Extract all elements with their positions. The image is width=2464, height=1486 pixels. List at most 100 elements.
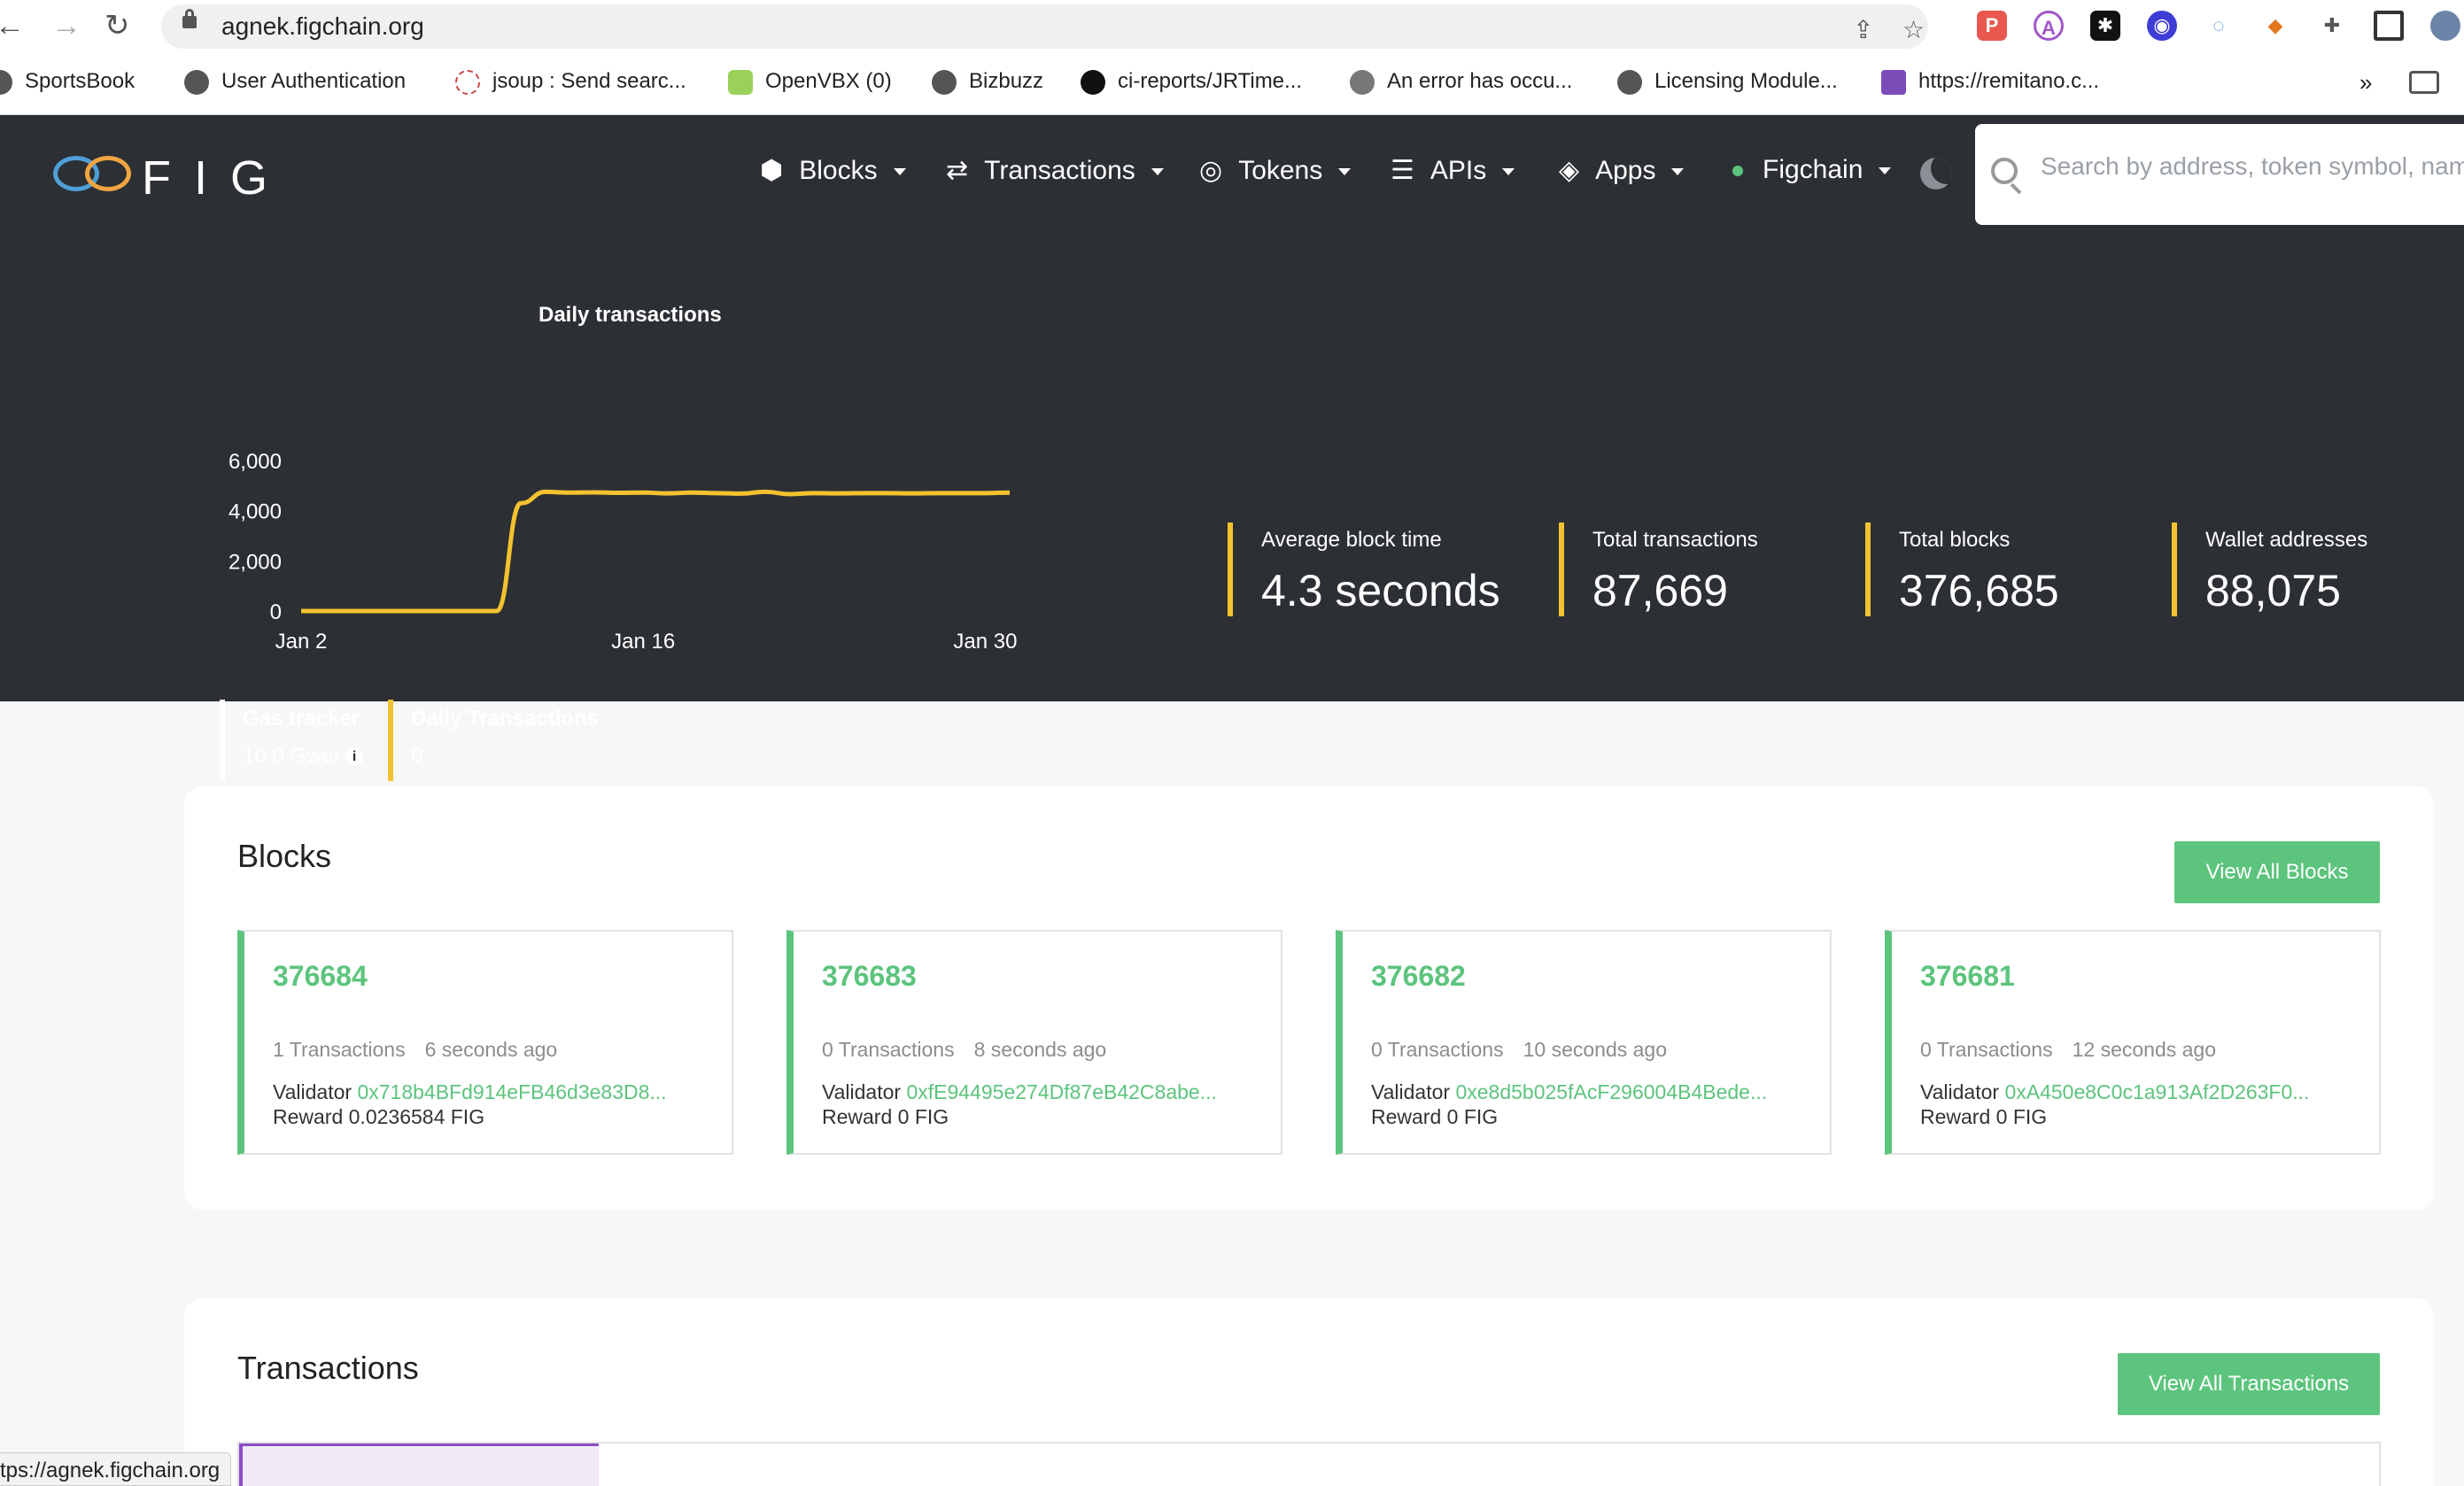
stat-label: Total blocks: [1899, 528, 2011, 552]
stat-label: Total transactions: [1592, 528, 1758, 552]
chevron-down-icon: [1151, 168, 1164, 176]
stat-label: Average block time: [1261, 528, 1442, 552]
block-age: 6 seconds ago: [424, 1038, 558, 1061]
x-tick-label: Jan 2: [275, 630, 328, 654]
validator-address[interactable]: 0xA450e8C0c1a913Af2D263F0...: [2004, 1080, 2309, 1103]
block-number[interactable]: 376681: [1920, 960, 2015, 993]
stat-average-block-time: Average block time 4.3 seconds: [1228, 522, 1500, 616]
globe-icon: [184, 69, 209, 95]
eclipse-icon: [1350, 69, 1375, 95]
slack-extension-icon[interactable]: ✱: [2090, 11, 2120, 41]
bookmark-item[interactable]: An error has occu...: [1350, 69, 1572, 95]
block-tx-count: 0 Transactions: [1920, 1038, 2053, 1061]
site-header: FIG ⬢ Blocks ⇄ Transactions ◎ Tokens ☰ APIs …: [0, 115, 2464, 781]
bookmarks-overflow-button[interactable]: »: [2359, 69, 2372, 97]
validator-label: Validator: [1371, 1080, 1451, 1103]
puzzle-icon: [455, 69, 480, 95]
remitano-icon: [1881, 69, 1906, 95]
block-age: 12 seconds ago: [2072, 1038, 2216, 1061]
block-reward: Reward 0 FIG: [1371, 1105, 1499, 1128]
share-icon[interactable]: ⇪: [1853, 15, 1873, 44]
back-icon[interactable]: ←: [0, 7, 25, 44]
y-tick-label: 0: [270, 600, 282, 624]
x-tick-label: Jan 30: [953, 630, 1017, 654]
stat-label: Wallet addresses: [2205, 528, 2368, 552]
block-number[interactable]: 376682: [1371, 960, 1466, 993]
nav-blocks[interactable]: ⬢ Blocks: [760, 155, 906, 186]
block-number[interactable]: 376684: [273, 960, 368, 993]
block-number[interactable]: 376683: [822, 960, 917, 993]
x-tick-label: Jan 16: [611, 630, 675, 654]
validator-address[interactable]: 0xe8d5b025fAcF296004B4Bede...: [1455, 1080, 1767, 1103]
address-bar[interactable]: agnek.figchain.org ⇪ ☆: [161, 4, 1928, 49]
nav-tokens[interactable]: ◎ Tokens: [1199, 155, 1352, 186]
blocks-title: Blocks: [237, 838, 332, 874]
folder-icon: [2409, 70, 2439, 94]
globe-icon: [1617, 69, 1642, 95]
block-reward: Reward 0 FIG: [1920, 1105, 2048, 1128]
block-card[interactable]: 376681 0 Transactions 12 seconds ago Vali…: [1885, 930, 2381, 1155]
reload-icon[interactable]: ↻: [105, 7, 130, 44]
daily-transactions-stat: Daily Transactions 0: [388, 700, 599, 781]
sidebar-icon[interactable]: [2374, 11, 2404, 41]
block-tx-count: 0 Transactions: [1371, 1038, 1504, 1061]
chart-title: Daily transactions: [539, 303, 722, 327]
gas-tracker-label: Gas tracker: [243, 707, 360, 731]
bookmark-item[interactable]: OpenVBX (0): [728, 69, 892, 95]
extensions-icon[interactable]: ✚: [2317, 11, 2347, 41]
logo-text: FIG: [142, 151, 291, 205]
validator-address[interactable]: 0x718b4BFd914eFB46d3e83D8...: [357, 1080, 666, 1103]
gas-tracker-value: 10.0 Gwei: [243, 744, 339, 768]
bookmark-item[interactable]: ci-reports/JRTime...: [1081, 69, 1302, 95]
transaction-row[interactable]: [237, 1442, 2381, 1486]
nav-transactions[interactable]: ⇄ Transactions: [946, 155, 1164, 186]
forward-icon[interactable]: →: [51, 7, 81, 44]
metamask-icon[interactable]: ◆: [2260, 11, 2290, 41]
bookmark-item[interactable]: SportsBook: [0, 69, 135, 95]
other-bookmarks-folder[interactable]: [2409, 69, 2452, 94]
bookmark-item[interactable]: Bizbuzz: [932, 69, 1043, 95]
block-card[interactable]: 376683 0 Transactions 8 seconds ago Valid…: [786, 930, 1282, 1155]
pocket-extension-icon[interactable]: P: [1977, 11, 2007, 41]
block-card[interactable]: 376682 0 Transactions 10 seconds ago Vali…: [1336, 930, 1832, 1155]
transactions-title: Transactions: [237, 1350, 419, 1386]
view-all-transactions-button[interactable]: View All Transactions: [2118, 1353, 2380, 1415]
globe-icon: [0, 69, 12, 95]
nav-apis[interactable]: ☰ APIs: [1391, 155, 1515, 186]
layers-icon: ◈: [1559, 156, 1580, 185]
view-all-blocks-button[interactable]: View All Blocks: [2174, 841, 2380, 903]
bookmark-item[interactable]: Licensing Module...: [1617, 69, 1838, 95]
bookmark-item[interactable]: https://remitano.c...: [1881, 69, 2099, 95]
validator-label: Validator: [822, 1080, 902, 1103]
discord-extension-icon[interactable]: ◉: [2147, 11, 2177, 41]
logo-ring-orange: [85, 156, 131, 191]
stat-value: 376,685: [1899, 566, 2059, 615]
star-icon[interactable]: ☆: [1902, 15, 1925, 44]
search-input[interactable]: [2041, 152, 2464, 181]
search-box[interactable]: [1975, 124, 2464, 225]
sliders-icon: ☰: [1391, 156, 1414, 185]
cube-icon: ⬢: [760, 156, 784, 185]
bookmark-item[interactable]: jsoup : Send searc...: [455, 69, 686, 95]
gas-tracker: Gas tracker 10.0 Gwei i: [220, 700, 364, 781]
extension-icon[interactable]: ◌: [2204, 11, 2234, 41]
block-card[interactable]: 376684 1 Transactions 6 seconds ago Valid…: [237, 930, 733, 1155]
info-icon[interactable]: i: [345, 747, 364, 766]
profile-avatar[interactable]: [2430, 11, 2460, 41]
chevron-down-icon: [1338, 168, 1352, 176]
validator-address[interactable]: 0xfE94495e274Df87eB42C8abe...: [906, 1080, 1216, 1103]
globe-icon: [932, 69, 957, 95]
url-text: agnek.figchain.org: [221, 12, 424, 40]
podcast-extension-icon[interactable]: A: [2034, 11, 2064, 41]
dark-mode-toggle-icon[interactable]: [1920, 158, 1952, 190]
validator-label: Validator: [1920, 1080, 2000, 1103]
network-selector[interactable]: Figchain: [1732, 155, 1892, 185]
transaction-type-cell: [239, 1443, 599, 1486]
block-reward: Reward 0 FIG: [822, 1105, 949, 1128]
bookmark-item[interactable]: User Authentication: [184, 69, 406, 95]
stat-total-blocks: Total blocks 376,685: [1865, 522, 2059, 616]
lock-icon[interactable]: [182, 9, 197, 28]
chevron-down-icon: [1671, 168, 1685, 176]
openvbx-icon: [728, 69, 753, 95]
nav-apps[interactable]: ◈ Apps: [1559, 155, 1685, 186]
